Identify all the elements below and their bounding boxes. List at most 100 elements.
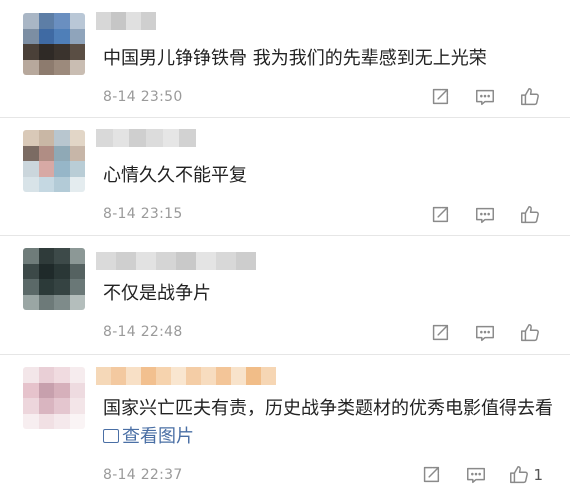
avatar[interactable] bbox=[23, 130, 85, 192]
avatar-pixel bbox=[23, 28, 39, 44]
share-button[interactable] bbox=[418, 462, 444, 488]
username-pixel bbox=[261, 367, 276, 385]
username-blurred[interactable] bbox=[96, 367, 276, 385]
avatar-pixel bbox=[38, 161, 54, 177]
comment-time: 8-14 23:50 bbox=[103, 89, 183, 105]
comment-icon bbox=[476, 325, 494, 342]
avatar-pixel bbox=[38, 263, 54, 279]
username-pixel bbox=[176, 252, 196, 270]
avatar-pixel bbox=[23, 382, 39, 398]
image-icon bbox=[103, 429, 119, 443]
username-pixel bbox=[156, 252, 176, 270]
thumbs-up-icon bbox=[510, 466, 529, 484]
avatar-pixel bbox=[69, 59, 85, 75]
comment-text-body: 国家兴亡匹夫有责，历史战争类题材的优秀电影值得去看 bbox=[103, 398, 553, 419]
avatar-pixel bbox=[54, 59, 70, 75]
username-pixel bbox=[171, 367, 186, 385]
comment-icon bbox=[476, 207, 494, 224]
share-icon bbox=[432, 324, 449, 341]
comment-icon bbox=[476, 89, 494, 106]
avatar-pixel bbox=[69, 130, 85, 146]
comment-time: 8-14 23:15 bbox=[103, 206, 183, 222]
like-button[interactable]: 1 bbox=[508, 462, 543, 488]
comment-actions bbox=[408, 202, 543, 228]
username-pixel bbox=[216, 252, 236, 270]
username-pixel bbox=[231, 367, 246, 385]
avatar-pixel bbox=[23, 279, 39, 295]
avatar-pixel bbox=[38, 176, 54, 192]
avatar-pixel bbox=[69, 176, 85, 192]
reply-button[interactable] bbox=[472, 320, 498, 346]
username-pixel bbox=[126, 12, 141, 30]
share-button[interactable] bbox=[427, 84, 453, 110]
comment-text: 不仅是战争片 bbox=[103, 283, 211, 304]
avatar-pixel bbox=[69, 161, 85, 177]
username-pixel bbox=[126, 367, 141, 385]
avatar-pixel bbox=[23, 145, 39, 161]
avatar-pixel bbox=[54, 279, 70, 295]
avatar[interactable] bbox=[23, 13, 85, 75]
reply-button[interactable] bbox=[472, 202, 498, 228]
username-pixel bbox=[116, 252, 136, 270]
comment-actions bbox=[408, 84, 543, 110]
reply-button[interactable] bbox=[472, 84, 498, 110]
avatar-pixel bbox=[38, 279, 54, 295]
avatar-pixel bbox=[23, 59, 39, 75]
username-pixel bbox=[111, 367, 126, 385]
comment-time: 8-14 22:48 bbox=[103, 324, 183, 340]
avatar-pixel bbox=[69, 382, 85, 398]
avatar-pixel bbox=[69, 263, 85, 279]
avatar-pixel bbox=[38, 59, 54, 75]
username-pixel bbox=[96, 367, 111, 385]
avatar-pixel bbox=[54, 13, 70, 29]
view-image-label: 查看图片 bbox=[122, 426, 194, 447]
comment-text: 心情久久不能平复 bbox=[103, 165, 247, 186]
avatar[interactable] bbox=[23, 248, 85, 310]
username-blurred[interactable] bbox=[96, 12, 156, 30]
avatar-pixel bbox=[23, 294, 39, 310]
avatar-pixel bbox=[69, 13, 85, 29]
username-blurred[interactable] bbox=[96, 129, 197, 147]
avatar-pixel bbox=[54, 382, 70, 398]
avatar-pixel bbox=[23, 398, 39, 414]
avatar-pixel bbox=[23, 248, 39, 264]
username-blurred[interactable] bbox=[96, 252, 256, 270]
username-pixel bbox=[141, 12, 156, 30]
username-pixel bbox=[141, 367, 156, 385]
comment-actions: 1 bbox=[399, 462, 543, 488]
avatar[interactable] bbox=[23, 367, 85, 429]
like-button[interactable] bbox=[517, 320, 543, 346]
comment-actions bbox=[408, 320, 543, 346]
share-button[interactable] bbox=[427, 320, 453, 346]
view-image-link[interactable]: 查看图片 bbox=[103, 426, 194, 447]
username-pixel bbox=[112, 129, 130, 147]
thumbs-up-icon bbox=[521, 324, 539, 342]
avatar-pixel bbox=[38, 382, 54, 398]
avatar-pixel bbox=[69, 248, 85, 264]
username-pixel bbox=[201, 367, 216, 385]
avatar-pixel bbox=[54, 28, 70, 44]
username-pixel bbox=[236, 252, 256, 270]
username-pixel bbox=[96, 12, 111, 30]
reply-button[interactable] bbox=[463, 462, 489, 488]
avatar-pixel bbox=[38, 28, 54, 44]
comment-item: 心情久久不能平复 8-14 23:15 bbox=[0, 118, 570, 236]
like-button[interactable] bbox=[517, 84, 543, 110]
username-pixel bbox=[216, 367, 231, 385]
comment-text: 国家兴亡匹夫有责，历史战争类题材的优秀电影值得去看 查看图片 bbox=[103, 395, 553, 451]
avatar-pixel bbox=[38, 13, 54, 29]
avatar-pixel bbox=[38, 398, 54, 414]
share-icon bbox=[424, 466, 440, 483]
avatar-pixel bbox=[38, 44, 54, 60]
username-pixel bbox=[146, 129, 163, 147]
like-button[interactable] bbox=[517, 202, 543, 228]
avatar-pixel bbox=[69, 413, 85, 429]
thumbs-up-icon bbox=[521, 206, 539, 224]
avatar-pixel bbox=[54, 161, 70, 177]
avatar-pixel bbox=[23, 44, 39, 60]
avatar-pixel bbox=[38, 294, 54, 310]
avatar-pixel bbox=[54, 248, 70, 264]
share-button[interactable] bbox=[427, 202, 453, 228]
avatar-pixel bbox=[38, 248, 54, 264]
avatar-pixel bbox=[23, 13, 39, 29]
